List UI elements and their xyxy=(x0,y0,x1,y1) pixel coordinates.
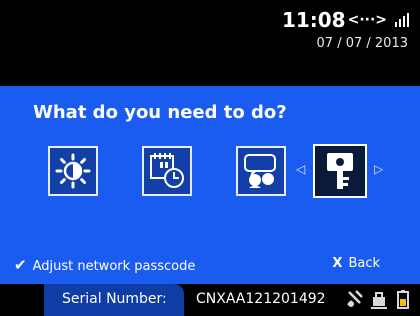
calendar-clock-icon xyxy=(150,153,184,188)
maintenance-icon xyxy=(370,289,388,309)
back-label: Back xyxy=(348,256,380,271)
menu-item-date-time[interactable] xyxy=(142,146,192,196)
date-display: 07 / 07 / 2013 xyxy=(316,36,408,51)
menu-item-brightness[interactable] xyxy=(48,146,98,196)
scroll-right-icon[interactable]: ▷ xyxy=(374,162,383,176)
serial-value: CNXAA121201492 xyxy=(196,291,326,307)
clock: 11:08 <···> xyxy=(282,8,410,32)
task-menu-panel: What do you need to do? ◁ ▷ ✔ Adjust net… xyxy=(0,86,420,284)
confirm-label: Adjust network passcode xyxy=(32,259,196,274)
signal-icon: <···> xyxy=(347,12,388,28)
back-x-icon: X xyxy=(332,256,343,271)
scroll-left-icon[interactable]: ◁ xyxy=(296,162,305,176)
page-title: What do you need to do? xyxy=(33,102,287,123)
help-speech-icon xyxy=(244,154,276,188)
brightness-icon xyxy=(55,153,91,189)
status-icons xyxy=(346,289,412,309)
clock-time: 11:08 xyxy=(281,8,346,32)
menu-item-network-passcode[interactable] xyxy=(313,144,367,198)
status-bar: 11:08 <···> 07 / 07 / 2013 xyxy=(0,0,420,86)
service-tool-icon xyxy=(346,289,364,309)
wireless-icon xyxy=(395,13,409,27)
serial-label: Serial Number: xyxy=(62,291,167,307)
menu-item-help[interactable] xyxy=(236,146,286,196)
battery-warning-icon xyxy=(394,289,412,309)
back-button[interactable]: X Back xyxy=(332,256,380,271)
key-icon xyxy=(327,153,353,189)
confirm-action[interactable]: ✔ Adjust network passcode xyxy=(14,256,195,274)
checkmark-icon: ✔ xyxy=(14,256,27,274)
footer-bar: Serial Number: CNXAA121201492 xyxy=(0,284,420,316)
